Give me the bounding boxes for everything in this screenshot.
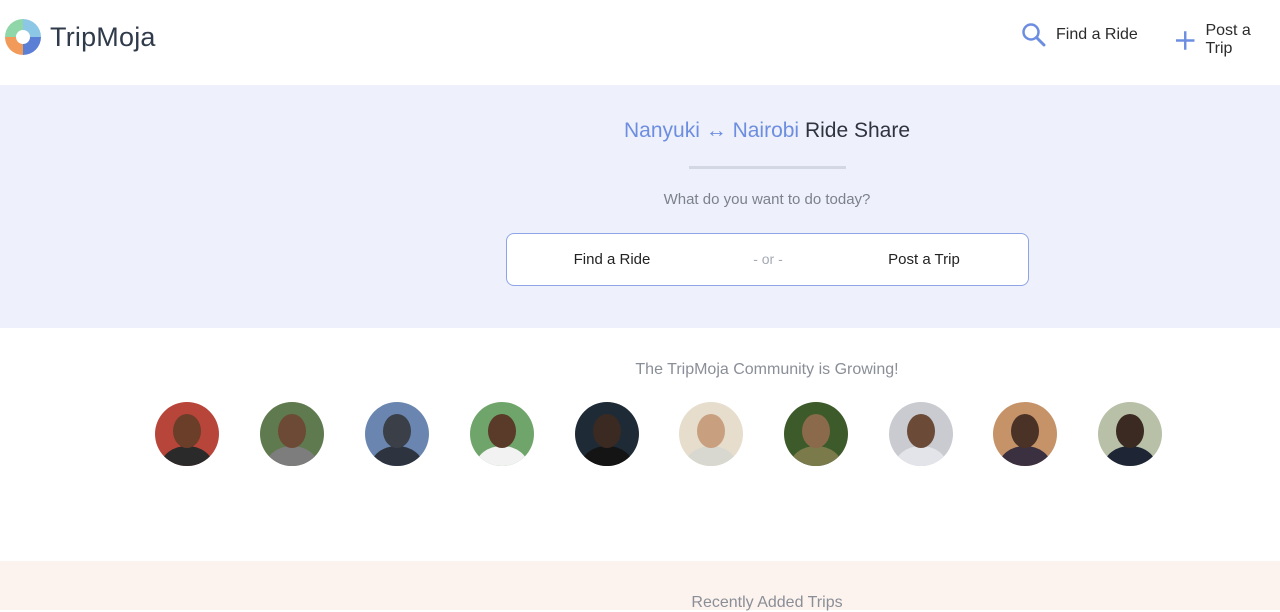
avatar-face xyxy=(1011,414,1039,448)
destination-city: Nairobi xyxy=(732,119,800,142)
avatar[interactable] xyxy=(784,402,848,466)
avatar-body xyxy=(581,446,633,466)
avatar[interactable] xyxy=(1098,402,1162,466)
avatar[interactable] xyxy=(889,402,953,466)
avatar[interactable] xyxy=(575,402,639,466)
avatar[interactable] xyxy=(155,402,219,466)
avatar-face xyxy=(488,414,516,448)
avatar-face xyxy=(173,414,201,448)
nav-post-label: Post a Trip xyxy=(1205,22,1251,57)
site-header: TripMoja Find a Ride Post a Trip xyxy=(0,0,1280,85)
avatar-body xyxy=(161,446,213,466)
nav-find-a-ride[interactable]: Find a Ride xyxy=(1021,22,1138,47)
avatar-face xyxy=(593,414,621,448)
action-choice-box: Find a Ride - or - Post a Trip xyxy=(506,233,1029,286)
avatar-body xyxy=(266,446,318,466)
recent-trips-section: Recently Added Trips xyxy=(0,561,1280,611)
find-a-ride-button[interactable]: Find a Ride xyxy=(547,234,677,285)
nav-post-a-trip[interactable]: Post a Trip xyxy=(1175,22,1280,58)
avatar-face xyxy=(278,414,306,448)
avatar[interactable] xyxy=(993,402,1057,466)
avatar-face xyxy=(1116,414,1144,448)
avatar-body xyxy=(1104,446,1156,466)
avatar[interactable] xyxy=(365,402,429,466)
search-icon xyxy=(1022,23,1046,47)
avatar-body xyxy=(476,446,528,466)
avatar-face xyxy=(697,414,725,448)
origin-city: Nanyuki xyxy=(624,119,700,142)
plus-icon xyxy=(1175,30,1195,50)
avatar[interactable] xyxy=(679,402,743,466)
avatar-face xyxy=(802,414,830,448)
community-avatars xyxy=(0,402,1280,466)
page-title: Nanyuki ↔ Nairobi Ride Share xyxy=(0,119,1280,143)
hero-section: Nanyuki ↔ Nairobi Ride Share What do you… xyxy=(0,85,1280,328)
title-divider xyxy=(689,166,846,169)
nav-find-label: Find a Ride xyxy=(1056,25,1138,43)
avatar[interactable] xyxy=(260,402,324,466)
tripmoja-logo-icon xyxy=(5,19,41,55)
avatar-face xyxy=(907,414,935,448)
title-suffix: Ride Share xyxy=(804,119,910,142)
post-a-trip-button[interactable]: Post a Trip xyxy=(859,234,989,285)
logo-text: TripMoja xyxy=(50,21,156,52)
avatar-body xyxy=(895,446,947,466)
or-separator: - or - xyxy=(753,251,783,267)
avatar-body xyxy=(790,446,842,466)
avatar-body xyxy=(999,446,1051,466)
route-arrow: ↔ xyxy=(705,119,727,142)
avatar-body xyxy=(371,446,423,466)
avatar-body xyxy=(685,446,737,466)
hero-subtitle: What do you want to do today? xyxy=(663,191,871,208)
community-heading: The TripMoja Community is Growing! xyxy=(635,361,899,378)
recent-trips-heading: Recently Added Trips xyxy=(691,594,843,611)
logo[interactable]: TripMoja xyxy=(4,18,156,56)
avatar[interactable] xyxy=(470,402,534,466)
avatar-face xyxy=(383,414,411,448)
